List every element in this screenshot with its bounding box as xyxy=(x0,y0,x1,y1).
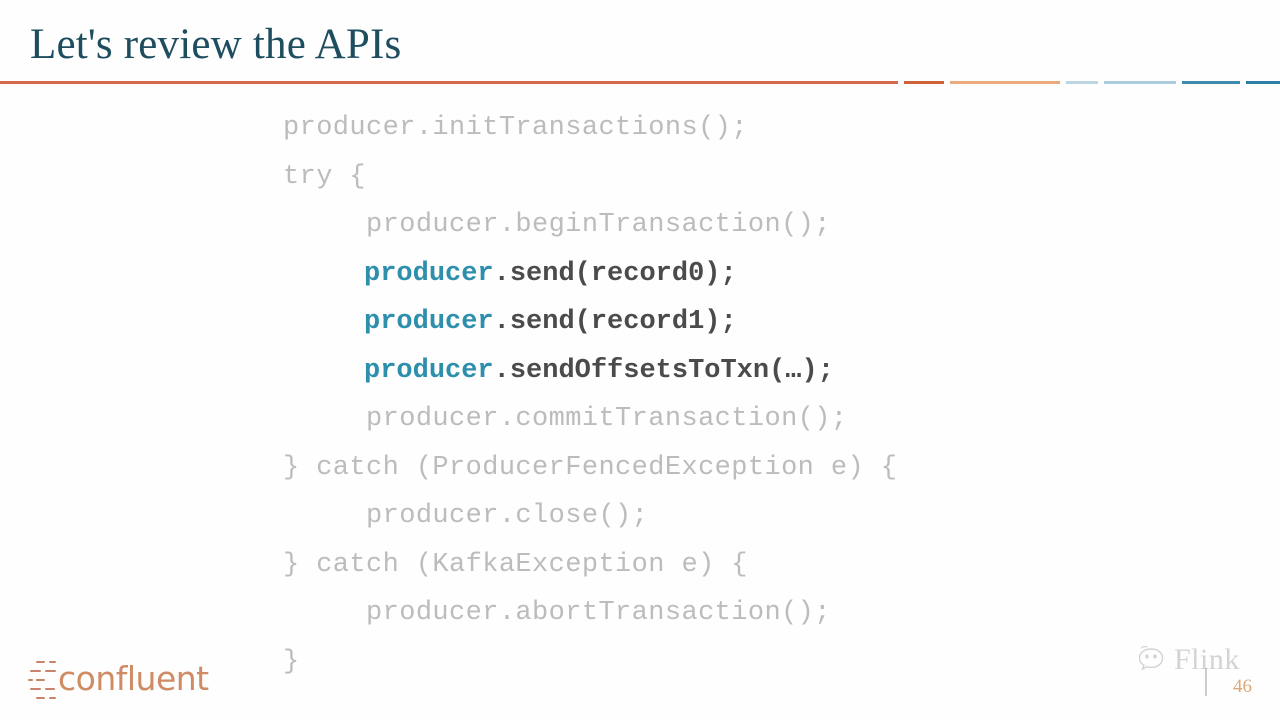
code-line: producer.close(); xyxy=(283,501,649,531)
header-rule-seg-b xyxy=(950,81,1060,84)
wechat-icon xyxy=(1138,645,1172,676)
text-cursor xyxy=(1205,668,1207,696)
code-line: } xyxy=(283,646,300,677)
code-line: producer.commitTransaction(); xyxy=(283,404,848,434)
confluent-logo-mark xyxy=(28,659,62,701)
header-rule-seg-c xyxy=(1066,81,1098,84)
code-block: producer.initTransactions(); try { produc… xyxy=(283,104,897,686)
code-line: producer.abortTransaction(); xyxy=(283,598,831,628)
code-token-object: producer xyxy=(364,307,494,337)
header-rule-seg-d xyxy=(1104,81,1176,84)
code-token-call: .send(record0); xyxy=(493,258,737,289)
code-line: producer.send(record1); xyxy=(283,298,897,347)
code-line: } catch (ProducerFencedException e) { xyxy=(283,452,898,483)
code-line: producer.send(record0); xyxy=(283,250,897,299)
code-token-object: producer xyxy=(364,258,494,289)
code-line: producer.sendOffsetsToTxn(…); xyxy=(283,347,897,396)
header-rule-main xyxy=(0,81,898,84)
code-line: producer.beginTransaction(); xyxy=(283,210,831,240)
confluent-wordmark: confluent xyxy=(58,659,209,698)
header-rule-seg-f xyxy=(1246,81,1280,84)
slide-canvas: Let's review the APIs producer.initTrans… xyxy=(0,0,1280,720)
code-token-call: .sendOffsetsToTxn(…); xyxy=(493,355,834,386)
code-token-object: producer xyxy=(364,355,494,386)
page-title: Let's review the APIs xyxy=(30,21,402,68)
code-line: try { xyxy=(283,161,367,192)
code-token-call: .send(record1); xyxy=(493,307,737,337)
page-number: 46 xyxy=(1233,676,1252,697)
confluent-logo: confluent xyxy=(28,657,209,705)
header-rule-seg-a xyxy=(904,81,944,84)
header-rule-seg-e xyxy=(1182,81,1240,84)
code-line: producer.initTransactions(); xyxy=(283,113,748,143)
code-line: } catch (KafkaException e) { xyxy=(283,549,748,580)
